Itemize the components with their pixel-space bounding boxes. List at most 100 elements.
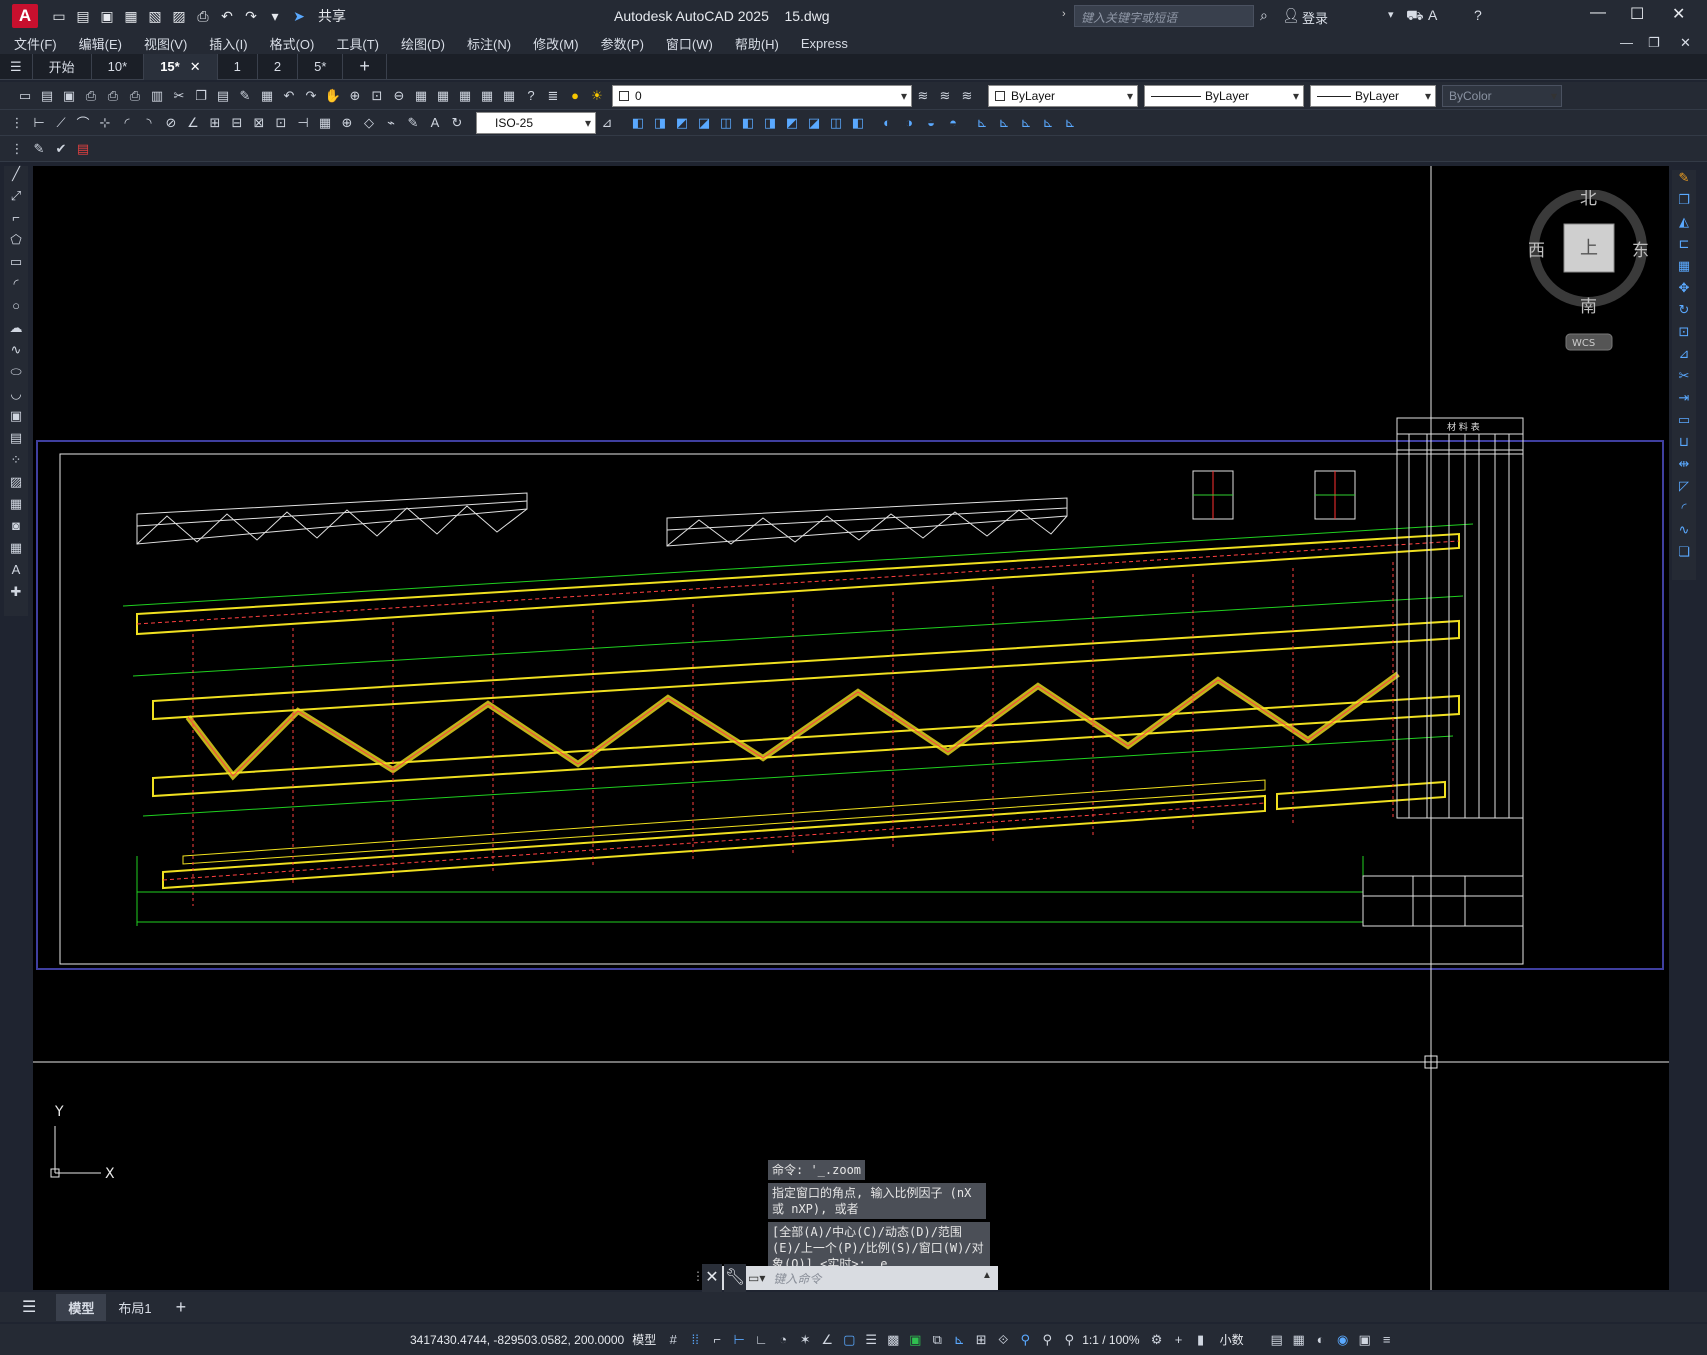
add-selected-icon[interactable]: ✚: [11, 584, 22, 606]
copy-icon[interactable]: ❐: [191, 86, 211, 106]
grip-icon[interactable]: ⋮: [7, 113, 27, 133]
center-mark-icon[interactable]: ⊕: [337, 113, 357, 133]
open-icon[interactable]: ▤: [37, 86, 57, 106]
drawing-canvas[interactable]: 材 料 表 Y X: [33, 166, 1669, 1290]
command-customize-icon[interactable]: 🔧︎: [724, 1264, 746, 1292]
ucs-4-icon[interactable]: ⊾: [1038, 113, 1058, 133]
coordinate-display[interactable]: 3417430.4744, -829503.0582, 200.0000: [410, 1333, 624, 1347]
redo-toolbar-icon[interactable]: ↷: [301, 86, 321, 106]
user-icon[interactable]: 👤︎: [1282, 7, 1300, 24]
share-label[interactable]: 共享: [318, 5, 346, 27]
search-expand-icon[interactable]: ›: [1062, 8, 1066, 20]
tool-palettes-icon[interactable]: ▦: [455, 86, 475, 106]
save-icon[interactable]: ▣: [96, 5, 118, 27]
polygon-icon[interactable]: ⬠: [10, 232, 21, 254]
circle-icon[interactable]: ○: [12, 298, 20, 320]
customization-icon[interactable]: ≡: [1378, 1331, 1396, 1349]
ellipse-arc-icon[interactable]: ◡: [10, 386, 21, 408]
lineweight-dropdown[interactable]: ByLayer: [1310, 84, 1436, 107]
publish-icon[interactable]: ▧: [144, 5, 166, 27]
dimstyle-dropdown[interactable]: ISO-25: [476, 111, 596, 134]
diameter-dim-icon[interactable]: ⊘: [161, 113, 181, 133]
grid-icon[interactable]: #: [664, 1331, 682, 1349]
line-icon[interactable]: ╱: [12, 166, 20, 188]
menu-help[interactable]: 帮助(H): [735, 34, 779, 53]
wcs-menu[interactable]: WCS: [1572, 338, 1595, 349]
viewcube-north[interactable]: 北: [1580, 189, 1597, 209]
graphics-performance-icon[interactable]: ◉: [1334, 1331, 1352, 1349]
command-expand-icon[interactable]: ▲: [982, 1270, 992, 1281]
insert-block-icon[interactable]: ▣: [10, 408, 22, 430]
dynamic-input-icon[interactable]: ⊢: [730, 1331, 748, 1349]
dim-edit-icon[interactable]: ✎: [403, 113, 423, 133]
transparency-icon[interactable]: ▩: [884, 1331, 902, 1349]
block-editor-icon[interactable]: ▦: [257, 86, 277, 106]
quick-properties-icon[interactable]: ▤: [1268, 1331, 1286, 1349]
annotation-visibility-icon[interactable]: ⚲: [1016, 1331, 1034, 1349]
sheet-check-icon[interactable]: ✔: [51, 139, 71, 159]
layer-freeze-icon[interactable]: ☀: [587, 86, 607, 106]
layer-dropdown[interactable]: 0: [612, 84, 912, 107]
undo-icon[interactable]: ↶: [216, 5, 238, 27]
selection-cycling-icon[interactable]: ▣: [906, 1331, 924, 1349]
polyline-icon[interactable]: ⌐: [12, 210, 20, 232]
annotation-scale-icon[interactable]: ⚲: [1060, 1331, 1078, 1349]
color-dropdown[interactable]: ByLayer: [988, 84, 1138, 107]
share-icon[interactable]: ➤: [288, 5, 310, 27]
doc-close-icon[interactable]: ✕: [1680, 35, 1691, 51]
visual-style-4-icon[interactable]: ◓: [943, 113, 963, 133]
cart-icon[interactable]: ⛟: [1406, 7, 1424, 26]
ortho-view-2-icon[interactable]: ◨: [650, 113, 670, 133]
layer-previous-icon[interactable]: ≋: [935, 86, 955, 106]
dim-break-icon[interactable]: ⊣: [293, 113, 313, 133]
ortho-icon[interactable]: ∟: [752, 1331, 770, 1349]
command-grip-icon[interactable]: ⋮: [692, 1269, 704, 1283]
sheet-edit-icon[interactable]: ✎: [29, 139, 49, 159]
polar-tracking-icon[interactable]: ◔: [774, 1331, 792, 1349]
doc-minimize-icon[interactable]: —: [1620, 35, 1633, 50]
iso-view-2-icon[interactable]: ◩: [782, 113, 802, 133]
object-snap-icon[interactable]: ▢: [840, 1331, 858, 1349]
redo-icon[interactable]: ↷: [240, 5, 262, 27]
offset-icon[interactable]: ⊏: [1679, 236, 1690, 258]
angular-dim-icon[interactable]: ∠: [183, 113, 203, 133]
continue-dim-icon[interactable]: ⊠: [249, 113, 269, 133]
iso-view-3-icon[interactable]: ◪: [804, 113, 824, 133]
new-file-icon[interactable]: ▭: [48, 5, 70, 27]
arc-length-icon[interactable]: ⌒: [73, 113, 93, 133]
visual-style-3-icon[interactable]: ◒: [921, 113, 941, 133]
ucs-2-icon[interactable]: ⊾: [994, 113, 1014, 133]
tolerance-icon[interactable]: ▦: [315, 113, 335, 133]
minimize-icon[interactable]: —: [1590, 4, 1606, 22]
autodesk-app-icon[interactable]: A: [1428, 7, 1437, 23]
auto-scale-icon[interactable]: ⚲: [1038, 1331, 1056, 1349]
arc-icon[interactable]: ◜: [13, 276, 18, 298]
aligned-dim-icon[interactable]: ⟋: [51, 113, 71, 133]
inspect-icon[interactable]: ◇: [359, 113, 379, 133]
menu-insert[interactable]: 插入(I): [209, 34, 247, 53]
make-block-icon[interactable]: ▤: [10, 430, 22, 452]
layout-menu-icon[interactable]: ☰: [10, 1293, 48, 1321]
ortho-view-4-icon[interactable]: ◪: [694, 113, 714, 133]
hatch-icon[interactable]: ▨: [10, 474, 22, 496]
print-preview-icon[interactable]: ⎙: [103, 86, 123, 106]
tab-2[interactable]: 2: [258, 53, 299, 80]
command-close-icon[interactable]: ✕: [702, 1264, 722, 1292]
isolate-objects-icon[interactable]: ◐: [1312, 1331, 1330, 1349]
maximize-icon[interactable]: ☐: [1630, 4, 1644, 24]
command-input[interactable]: 键入命令: [773, 1270, 821, 1287]
ucs-1-icon[interactable]: ⊾: [972, 113, 992, 133]
spline-icon[interactable]: ∿: [11, 342, 22, 364]
viewcube-east[interactable]: 东: [1632, 241, 1649, 261]
login-link[interactable]: 登录: [1302, 8, 1328, 27]
units-icon[interactable]: ▮: [1192, 1331, 1210, 1349]
save-as-icon[interactable]: ▦: [120, 5, 142, 27]
annotation-scale-dropdown[interactable]: 1:1 / 100%: [1082, 1333, 1139, 1347]
menu-dimension[interactable]: 标注(N): [467, 34, 511, 53]
viewcube[interactable]: 上 北 南 西 东 WCS: [1528, 189, 1652, 363]
move-icon[interactable]: ✥: [1679, 280, 1690, 302]
iso-view-4-icon[interactable]: ◫: [826, 113, 846, 133]
mirror-icon[interactable]: ◭: [1679, 214, 1689, 236]
cut-icon[interactable]: ✂: [169, 86, 189, 106]
zoom-realtime-icon[interactable]: ⊕: [345, 86, 365, 106]
